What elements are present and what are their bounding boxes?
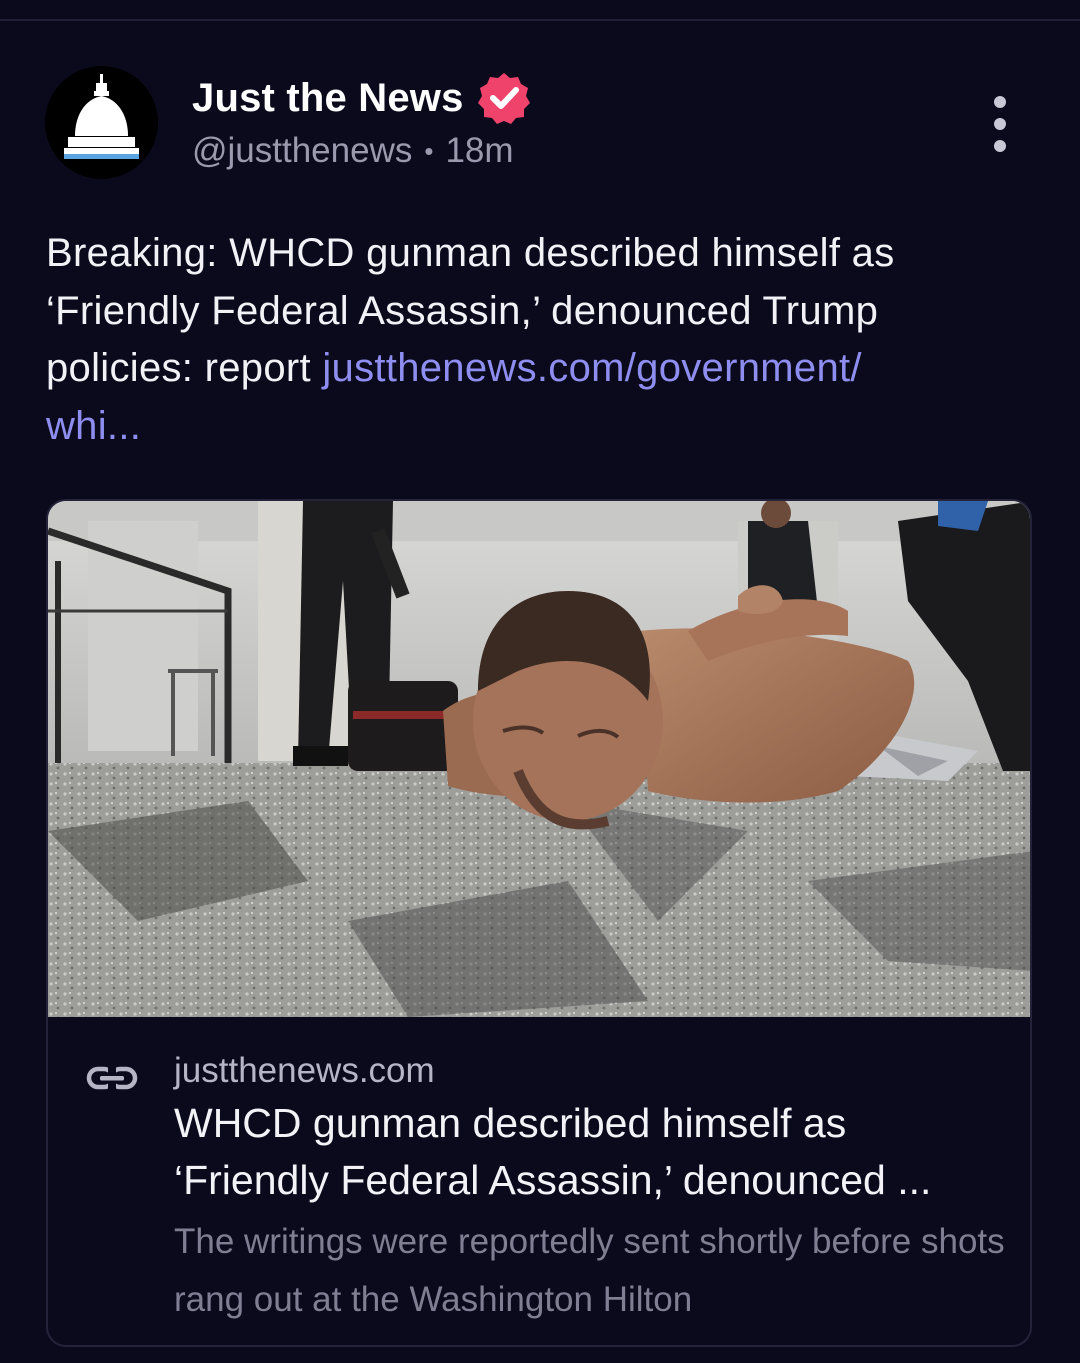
link-card-body[interactable]: justthenews.com WHCD gunman described hi…: [48, 1019, 1030, 1345]
more-vertical-icon[interactable]: [980, 96, 1020, 152]
link-card-description: The writings were reportedly sent shortl…: [174, 1222, 1005, 1319]
link-card-title-line2: ‘Friendly Federal Assassin,’ denounced .…: [174, 1157, 932, 1203]
news-photo: [48, 501, 1030, 1017]
link-card-title: WHCD gunman described himself as ‘Friend…: [174, 1095, 1014, 1209]
link-card[interactable]: justthenews.com WHCD gunman described hi…: [46, 499, 1032, 1347]
post: Just the News @justthenews • 18m Breakin…: [0, 0, 1080, 1363]
link-card-image[interactable]: [48, 501, 1030, 1017]
author-name-row: Just the News: [192, 70, 532, 126]
avatar[interactable]: [45, 66, 158, 179]
author-meta-row: @justthenews • 18m: [192, 126, 532, 176]
link-card-title-line1: WHCD gunman described himself as: [174, 1100, 847, 1146]
timestamp[interactable]: 18m: [445, 131, 513, 171]
post-link-line1: justthenews.com/government/: [322, 346, 862, 390]
more-dot: [994, 118, 1006, 130]
handle[interactable]: @justthenews: [192, 131, 412, 171]
link-card-domain: justthenews.com: [174, 1051, 435, 1090]
more-dot: [994, 140, 1006, 152]
capitol-dome-icon: [45, 66, 158, 179]
verified-badge-icon: [477, 73, 530, 124]
meta-separator: •: [424, 135, 434, 166]
display-name[interactable]: Just the News: [192, 76, 464, 121]
link-icon: [86, 1066, 138, 1090]
more-dot: [994, 96, 1006, 108]
post-text: Breaking: WHCD gunman described himself …: [46, 225, 1036, 455]
post-link-line2: whi...: [46, 403, 142, 448]
author-block: Just the News @justthenews • 18m: [192, 70, 532, 176]
